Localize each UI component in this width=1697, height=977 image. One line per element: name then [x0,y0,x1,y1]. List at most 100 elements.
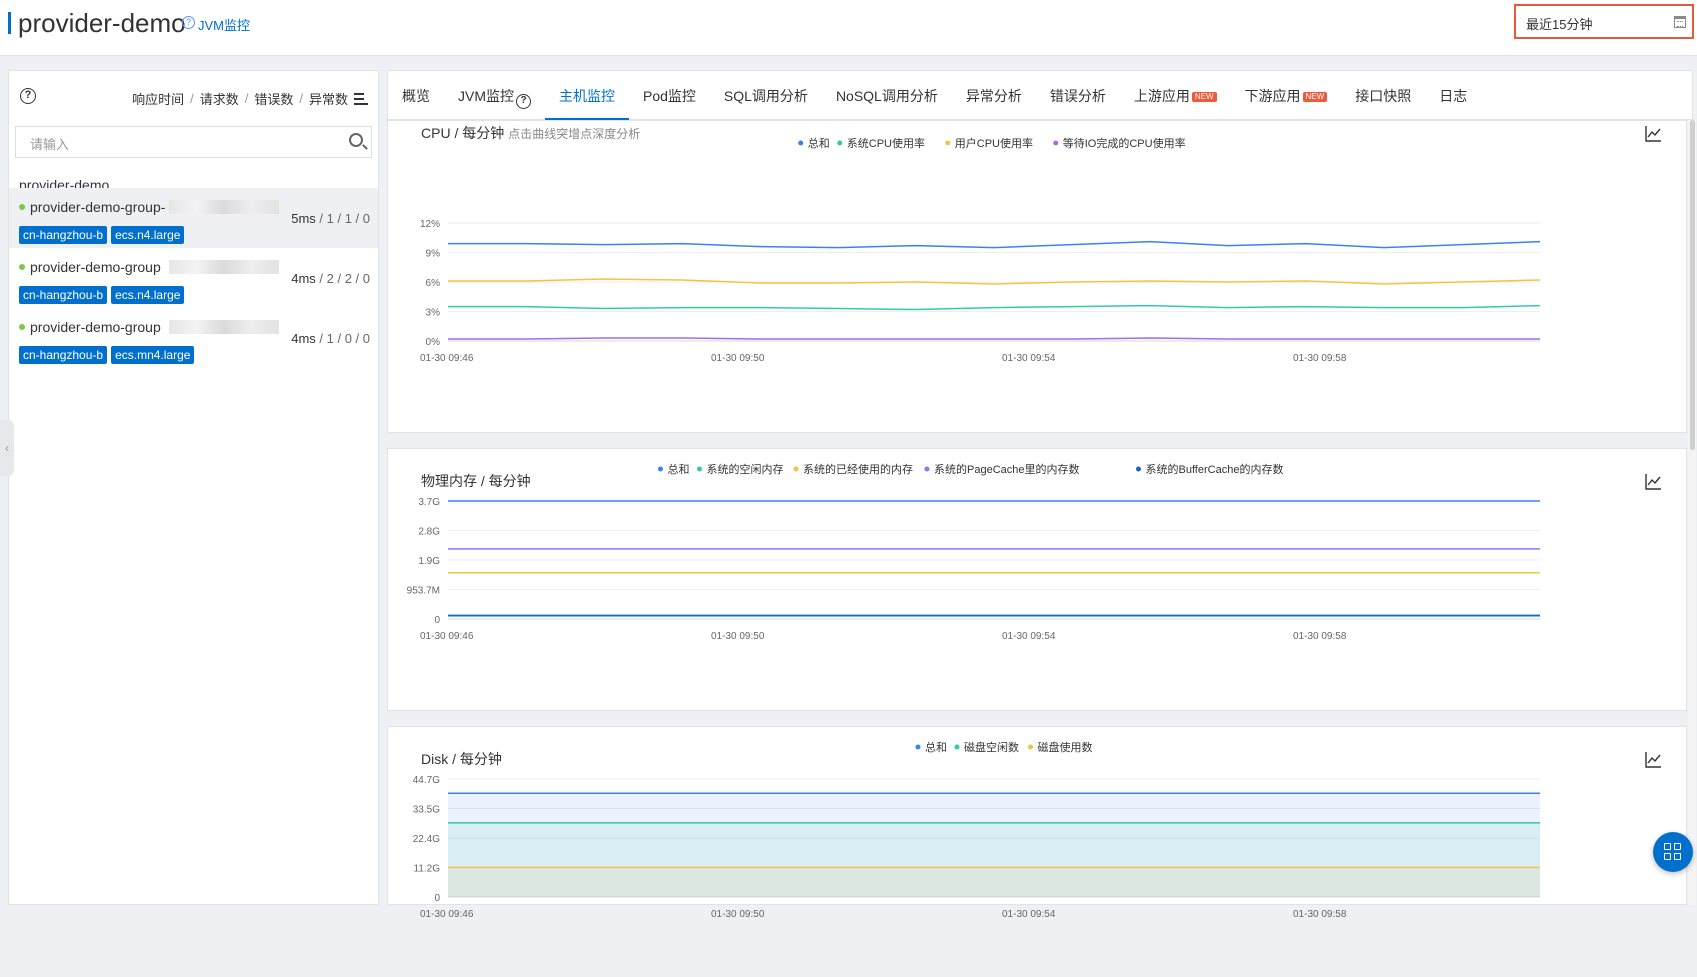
y-tick-label: 1.9G [418,556,440,567]
tab-downstream-apps[interactable]: 下游应用 NEW [1231,71,1342,120]
memory-line-chart[interactable]: 总和 系统的空闲内存 系统的已经使用的内存 系统的PageCache里的内存数 系统的B… [388,449,1688,712]
x-tick-label: 01-30 09:58 [1293,631,1347,642]
x-tick-label: 01-30 09:50 [711,909,765,920]
status-dot [19,264,25,270]
status-dot [19,324,25,330]
instance-search-input[interactable]: 请输入 [15,126,372,158]
masked-instance-suffix [169,320,279,334]
legend-item: 系统CPU使用率 [847,136,925,150]
time-range-value: 最近15分钟 [1526,17,1593,32]
y-tick-label: 3.7G [418,497,440,508]
legend-marker [954,744,960,750]
sort-response-time[interactable]: 响应时间 [132,89,184,108]
legend-marker [697,466,702,472]
chevron-left-icon: ‹ [5,441,9,455]
tab-interface-snapshot[interactable]: 接口快照 [1341,71,1425,120]
instance-name: provider-demo-group- [30,199,166,215]
instance-type-tag: ecs.n4.large [111,226,185,244]
legend-marker [793,466,799,472]
y-tick-label: 953.7M [407,586,440,597]
legend-item: 总和 [925,740,947,754]
series-line [448,240,1541,249]
x-tick-label: 01-30 09:58 [1293,353,1347,364]
tab-error-analysis[interactable]: 错误分析 [1036,71,1120,120]
instance-type-tag: ecs.mn4.large [111,346,195,364]
app-title: provider-demo [18,8,186,38]
sidebar-collapse-handle[interactable]: ‹ [0,420,14,476]
tab-logs[interactable]: 日志 [1425,71,1481,120]
y-tick-label: 2.8G [418,527,440,538]
tab-nosql-analysis[interactable]: NoSQL调用分析 [822,71,952,120]
x-tick-label: 01-30 09:46 [420,353,474,364]
legend-marker [1028,744,1033,750]
y-tick-label: 0 [434,893,440,904]
sort-request-count[interactable]: 请求数 [200,89,239,108]
y-tick-label: 3% [426,308,441,319]
legend-item: 等待IO完成的CPU使用率 [1063,136,1186,150]
top-bar: provider-demo ? JVM监控 最近15分钟 [0,0,1697,56]
search-icon[interactable] [349,133,363,147]
series-line [448,304,1541,311]
legend-item: 总和 [668,462,690,476]
masked-instance-suffix [169,200,279,214]
legend-marker [1136,466,1141,472]
x-tick-label: 01-30 09:58 [1293,909,1347,920]
legend-item: 系统的空闲内存 [707,462,784,476]
sort-separator: / [244,91,249,106]
tab-host-monitor[interactable]: 主机监控 [545,71,629,120]
instance-item[interactable]: provider-demo-group 4ms / 2 / 2 / 0 cn-h… [9,248,378,308]
cpu-line-chart[interactable]: 总和 系统CPU使用率 用户CPU使用率 等待IO完成的CPU使用率 0% 3% 6% 9% 1… [388,121,1688,434]
sort-bar: 响应时间 / 请求数 / 错误数 / 异常数 [132,89,368,108]
sort-order-icon[interactable] [354,92,368,105]
y-tick-label: 22.4G [413,834,440,845]
series-area [448,867,1540,897]
legend-marker [837,140,843,146]
time-range-picker[interactable]: 最近15分钟 [1514,4,1694,39]
calendar-icon [1674,16,1686,28]
zone-tag: cn-hangzhou-b [19,286,108,304]
tab-exception-analysis[interactable]: 异常分析 [952,71,1036,120]
tab-bar: 概览 JVM监控? 主机监控 Pod监控 SQL调用分析 NoSQL调用分析 异… [387,70,1693,120]
help-icon[interactable]: ? [516,94,531,109]
sort-error-count[interactable]: 错误数 [254,89,293,108]
title-accent-bar [8,12,11,34]
search-placeholder: 请输入 [30,137,70,152]
jvm-monitor-link[interactable]: JVM监控 [198,15,250,34]
tab-overview[interactable]: 概览 [388,71,444,120]
sort-exception-count[interactable]: 异常数 [309,89,348,108]
legend-item: 用户CPU使用率 [955,136,1033,150]
instance-item[interactable]: provider-demo-group- 5ms / 1 / 1 / 0 cn-… [9,188,378,248]
legend-item: 系统的BufferCache的内存数 [1146,462,1284,476]
legend-item: 磁盘使用数 [1038,740,1093,754]
x-tick-label: 01-30 09:50 [711,353,765,364]
legend-marker [658,466,663,472]
app-grid-button[interactable] [1653,832,1693,872]
sort-separator: / [299,91,303,106]
y-tick-label: 0 [434,615,440,626]
instance-sidebar: ? 响应时间 / 请求数 / 错误数 / 异常数 请输入 provider-de… [8,70,379,905]
tab-upstream-apps[interactable]: 上游应用 NEW [1120,71,1231,120]
masked-instance-suffix [169,260,279,274]
help-icon[interactable]: ? [20,88,36,104]
tab-sql-analysis[interactable]: SQL调用分析 [710,71,822,120]
legend-item: 系统的已经使用的内存 [803,462,913,476]
new-badge: NEW [1191,92,1217,102]
legend-marker [1053,140,1059,146]
legend-marker [798,140,804,146]
cpu-chart-card: CPU / 每分钟 点击曲线突增点深度分析 总和 系统CPU使用率 用户CPU使用率等… [387,120,1687,433]
help-icon[interactable]: ? [182,16,195,29]
main-content: 概览 JVM监控? 主机监控 Pod监控 SQL调用分析 NoSQL调用分析 异… [387,70,1693,920]
x-tick-label: 01-30 09:54 [1002,353,1056,364]
instance-stats: 5ms / 1 / 1 / 0 [291,211,370,226]
scrollbar-thumb[interactable] [1690,120,1695,450]
x-tick-label: 01-30 09:46 [420,909,474,920]
instance-item[interactable]: provider-demo-group 4ms / 1 / 0 / 0 cn-h… [9,308,378,368]
tab-jvm-monitor[interactable]: JVM监控? [444,71,545,120]
legend-marker [924,466,930,472]
y-tick-label: 6% [426,278,441,289]
instance-type-tag: ecs.n4.large [111,286,185,304]
x-tick-label: 01-30 09:50 [711,631,765,642]
tab-pod-monitor[interactable]: Pod监控 [629,71,710,120]
instance-stats: 4ms / 2 / 2 / 0 [291,271,370,286]
disk-area-chart[interactable]: 总和 磁盘空闲数 磁盘使用数 0 11.2G 22.4G 33.5G 44.7G 01-30 0… [388,727,1688,977]
